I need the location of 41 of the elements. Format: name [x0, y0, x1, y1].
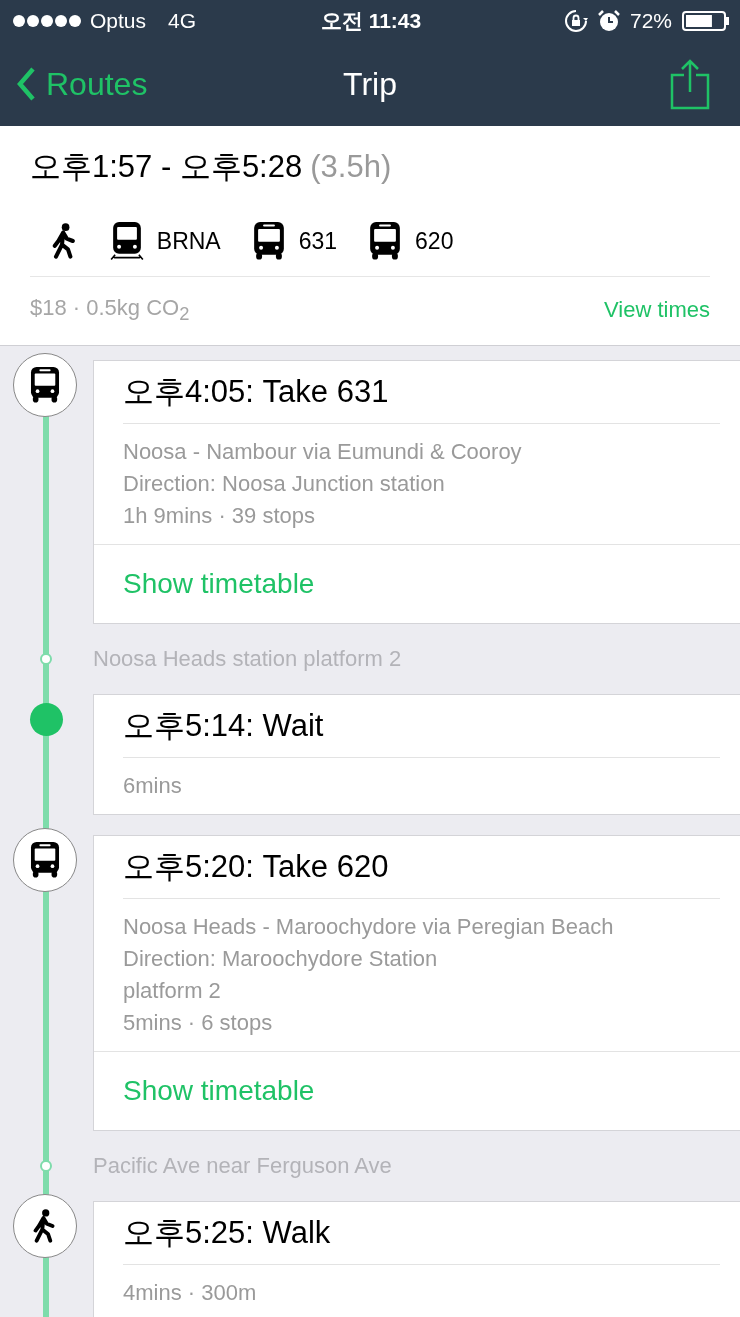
step-detail: Direction: Maroochydore Station	[123, 945, 439, 973]
step-detail: 6mins	[123, 772, 183, 800]
network-type: 4G	[168, 9, 197, 33]
rotation-lock-icon	[564, 9, 588, 33]
battery-icon	[682, 11, 730, 31]
step-detail: Noosa - Nambour via Eumundi & Cooroy	[123, 438, 523, 466]
battery-percent: 72%	[630, 9, 672, 33]
trip-cost-emissions: $18 · 0.5kg CO$_{2}$	[30, 294, 190, 326]
step-detail: 5mins · 6 stops	[123, 1009, 274, 1037]
signal-icon	[12, 14, 82, 28]
step-title: 오후5:20: Take 620	[123, 836, 720, 899]
route-label: BRNA	[156, 227, 221, 255]
stop-name: Noosa Heads station platform 2	[93, 646, 402, 672]
share-icon	[670, 58, 710, 110]
trip-duration: (3.5h)	[310, 149, 392, 185]
step-title: 오후5:25: Walk	[123, 1202, 720, 1265]
share-button[interactable]	[670, 58, 710, 110]
view-times-link[interactable]: View times	[604, 297, 710, 323]
step-detail: 1h 9mins · 39 stops	[123, 502, 316, 530]
wait-dot	[30, 703, 63, 736]
show-timetable-link[interactable]: Show timetable	[123, 568, 315, 600]
back-chevron-icon	[16, 66, 36, 102]
route-label: 620	[415, 227, 454, 255]
clock-time: 오전 11:43	[320, 8, 422, 34]
step-detail: Noosa Heads - Maroochydore via Peregian Beach	[123, 913, 615, 941]
show-timetable-link[interactable]: Show timetable	[123, 1075, 315, 1107]
stop-dot	[40, 1160, 52, 1172]
screen-title: Trip	[343, 65, 397, 102]
back-button[interactable]: Routes	[0, 65, 148, 103]
step-title: 오후5:14: Wait	[123, 695, 720, 758]
step-detail: Direction: Noosa Junction station	[123, 470, 446, 498]
trip-time-range: 오후1:57 - 오후5:28	[30, 148, 303, 186]
route-label: 631	[298, 227, 338, 255]
stop-dot	[40, 653, 52, 665]
step-detail: platform 2	[123, 977, 222, 1005]
carrier-name: Optus	[90, 9, 147, 33]
train-icon	[108, 221, 145, 261]
step-detail: 4mins · 300m	[123, 1279, 258, 1307]
stop-name: Pacific Ave near Ferguson Ave	[93, 1153, 392, 1179]
alarm-clock-icon	[598, 10, 620, 32]
step-title: 오후4:05: Take 631	[123, 361, 720, 424]
